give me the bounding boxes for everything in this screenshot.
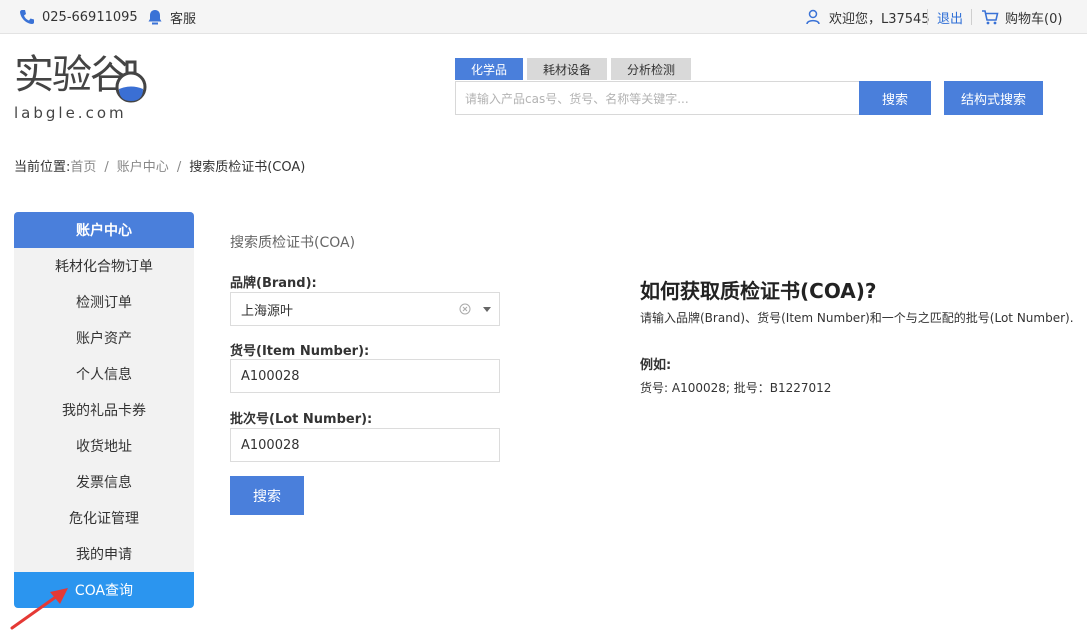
site-logo[interactable]: 实验谷 labgle.com — [14, 50, 147, 124]
logo-english: labgle.com — [14, 104, 127, 122]
sidebar-item-shipping-address[interactable]: 收货地址 — [14, 428, 194, 464]
coa-search-button[interactable]: 搜索 — [230, 476, 304, 515]
sidebar-title: 账户中心 — [14, 212, 194, 248]
breadcrumb-home[interactable]: 首页 — [70, 160, 96, 175]
brand-select[interactable]: 上海源叶 — [230, 292, 500, 326]
search-category-tabs: 化学品 耗材设备 分析检测 — [455, 58, 695, 80]
sidebar-item-gift-cards[interactable]: 我的礼品卡券 — [14, 392, 194, 428]
info-description: 请输入品牌(Brand)、货号(Item Number)和一个与之匹配的批号(L… — [640, 311, 1074, 325]
chevron-down-icon[interactable] — [483, 307, 491, 312]
topbar-divider — [971, 9, 972, 25]
flask-icon — [115, 60, 147, 103]
sidebar-item-hazardous-license[interactable]: 危化证管理 — [14, 500, 194, 536]
example-label: 例如: — [640, 358, 672, 373]
sidebar-item-my-applications[interactable]: 我的申请 — [14, 536, 194, 572]
customer-service-link[interactable]: 客服 — [146, 0, 196, 34]
phone-number: 025-66911095 — [42, 9, 138, 25]
welcome-text: 欢迎您，L37545 — [829, 11, 930, 27]
phone-contact[interactable]: 025-66911095 — [18, 0, 138, 34]
tab-chemicals[interactable]: 化学品 — [455, 58, 524, 80]
sidebar-item-consumable-orders[interactable]: 耗材化合物订单 — [14, 248, 194, 284]
sidebar-item-invoice-info[interactable]: 发票信息 — [14, 464, 194, 500]
search-input[interactable]: 请输入产品cas号、货号、名称等关键字... — [455, 81, 859, 115]
item-number-label: 货号(Item Number): — [230, 344, 370, 359]
annotation-arrow-icon — [10, 588, 68, 630]
account-sidebar: 账户中心 耗材化合物订单 检测订单 账户资产 个人信息 我的礼品卡券 收货地址 … — [14, 212, 194, 608]
tab-analysis-testing[interactable]: 分析检测 — [611, 58, 692, 80]
item-number-input[interactable]: A100028 — [230, 359, 500, 393]
cart-icon — [981, 8, 999, 26]
tab-consumables-equipment[interactable]: 耗材设备 — [527, 58, 608, 80]
breadcrumb-separator: / — [176, 160, 182, 175]
sidebar-item-personal-info[interactable]: 个人信息 — [14, 356, 194, 392]
logo-chinese: 实验谷 — [14, 52, 130, 98]
customer-service-label: 客服 — [170, 11, 197, 27]
breadcrumb-separator: / — [104, 160, 109, 175]
sidebar-item-testing-orders[interactable]: 检测订单 — [14, 284, 194, 320]
breadcrumb-prefix: 当前位置: — [14, 160, 71, 175]
topbar-divider — [927, 9, 928, 25]
info-title: 如何获取质检证书(COA)? — [640, 279, 877, 303]
form-title: 搜索质检证书(COA) — [230, 235, 356, 251]
phone-icon — [18, 8, 36, 26]
structure-search-button[interactable]: 结构式搜索 — [944, 81, 1043, 115]
user-icon — [805, 8, 823, 26]
lot-number-label: 批次号(Lot Number): — [230, 412, 373, 427]
logout-link[interactable]: 退出 — [937, 0, 963, 34]
lot-number-input[interactable]: A100028 — [230, 428, 500, 462]
breadcrumb: 当前位置:首页 / 账户中心 / 搜索质检证书(COA) — [14, 156, 305, 175]
cart-link[interactable]: 购物车(0) — [981, 0, 1062, 34]
breadcrumb-account-center[interactable]: 账户中心 — [117, 160, 169, 175]
breadcrumb-current: 搜索质检证书(COA) — [189, 160, 306, 175]
customer-service-icon — [146, 8, 164, 26]
brand-label: 品牌(Brand): — [230, 276, 317, 291]
brand-selected-value: 上海源叶 — [241, 303, 294, 319]
user-welcome[interactable]: 欢迎您，L37545 — [805, 0, 930, 34]
clear-icon[interactable] — [459, 303, 471, 315]
top-bar: 025-66911095 客服 欢迎您，L37545 退出 购物车(0) — [0, 0, 1087, 34]
search-button[interactable]: 搜索 — [859, 81, 931, 115]
cart-label: 购物车(0) — [1005, 11, 1063, 27]
example-text: 货号: A100028; 批号：B1227012 — [640, 381, 832, 395]
sidebar-item-account-assets[interactable]: 账户资产 — [14, 320, 194, 356]
